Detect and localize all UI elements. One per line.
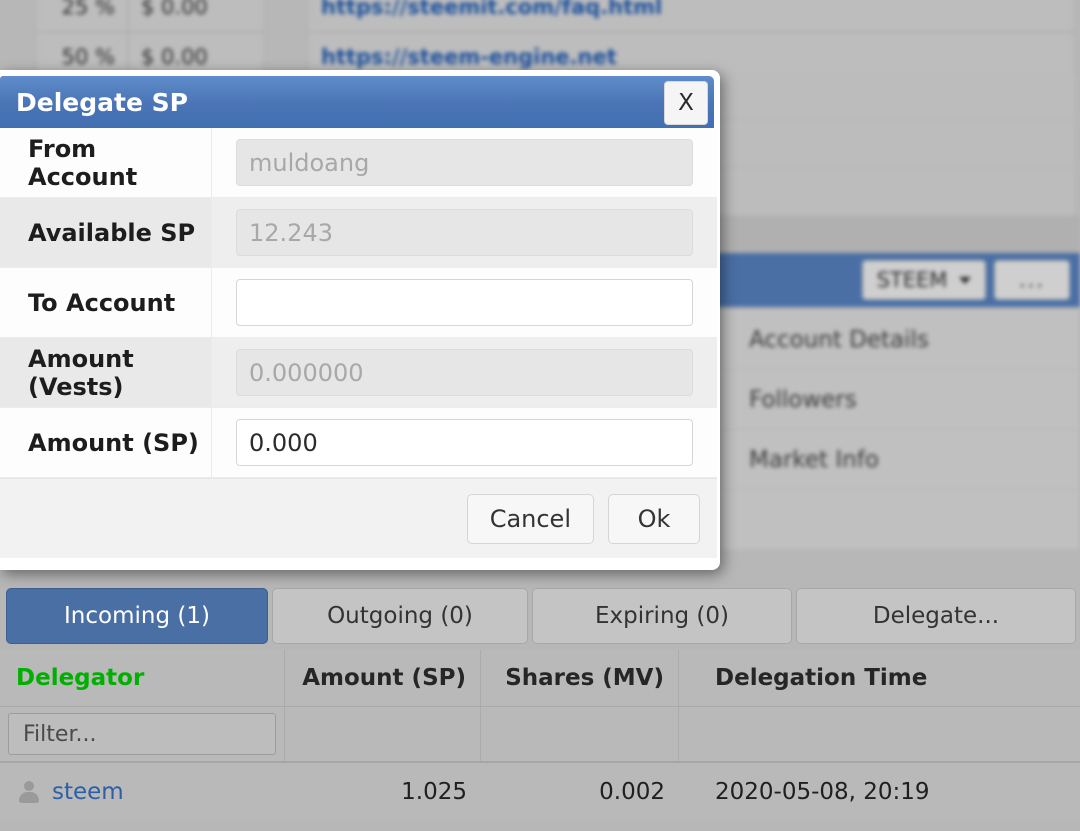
dialog-titlebar: Delegate SP X — [0, 76, 714, 128]
background-table-row: 25 % $ 0.00 https://steemit.com/faq.html — [0, 0, 1080, 32]
table-row[interactable]: steem 1.025 0.002 2020-05-08, 20:19 — [0, 763, 1080, 821]
filter-cell-shares-mv[interactable] — [481, 707, 679, 761]
filter-cell-delegation-time[interactable] — [679, 707, 1080, 761]
dialog-footer: Cancel Ok — [0, 478, 717, 558]
field-amount-vests — [212, 338, 717, 407]
cell-shares-mv: 0.002 — [599, 779, 665, 805]
field-amount-sp — [212, 408, 717, 477]
amount-sp-input[interactable] — [236, 419, 693, 466]
menu-item-followers[interactable]: Followers — [720, 370, 1080, 430]
person-icon — [18, 780, 40, 804]
column-header-shares-mv[interactable]: Shares (MV) — [481, 650, 679, 706]
column-header-delegation-time[interactable]: Delegation Time — [679, 650, 1080, 706]
tab-delegate[interactable]: Delegate... — [796, 588, 1076, 644]
column-header-amount-sp[interactable]: Amount (SP) — [285, 650, 481, 706]
tab-outgoing[interactable]: Outgoing (0) — [272, 588, 528, 644]
tab-expiring[interactable]: Expiring (0) — [532, 588, 792, 644]
amount-vests-input[interactable] — [236, 349, 693, 396]
background-percent-cell: 25 % — [36, 0, 128, 32]
form-row-amount-vests: Amount (Vests) — [0, 338, 717, 408]
cell-delegator: steem — [0, 763, 285, 821]
label-amount-sp: Amount (SP) — [0, 408, 212, 477]
background-amount-cell: $ 0.00 — [128, 0, 264, 32]
label-from-account: From Account — [0, 128, 212, 197]
label-amount-vests: Amount (Vests) — [0, 338, 212, 407]
field-to-account — [212, 268, 717, 337]
currency-dropdown-label: STEEM — [876, 268, 948, 292]
currency-dropdown[interactable]: STEEM — [862, 260, 986, 300]
cancel-button[interactable]: Cancel — [466, 493, 594, 544]
tab-incoming[interactable]: Incoming (1) — [6, 588, 268, 644]
background-url-link[interactable]: https://steemit.com/faq.html — [308, 0, 1074, 32]
form-row-available-sp: Available SP — [0, 198, 717, 268]
account-menu: Account Details Followers Market Info — [720, 310, 1080, 550]
menu-item-empty — [720, 490, 1080, 550]
form-row-amount-sp: Amount (SP) — [0, 408, 717, 478]
menu-item-market-info[interactable]: Market Info — [720, 430, 1080, 490]
to-account-input[interactable] — [236, 279, 693, 326]
table-header-row: Delegator Amount (SP) Shares (MV) Delega… — [0, 650, 1080, 707]
cell-delegation-time: 2020-05-08, 20:19 — [715, 779, 930, 805]
menu-item-account-details[interactable]: Account Details — [720, 310, 1080, 370]
from-account-input[interactable] — [236, 139, 693, 186]
cell-amount-sp: 1.025 — [401, 779, 467, 805]
table-filter-row: Filter... — [0, 707, 1080, 763]
ok-button[interactable]: Ok — [608, 493, 700, 544]
chevron-down-icon — [959, 276, 972, 284]
delegate-sp-dialog: Delegate SP X From Account Available SP … — [0, 70, 720, 570]
filter-cell-delegator: Filter... — [0, 707, 285, 761]
field-available-sp — [212, 198, 717, 267]
background-link-table: 25 % $ 0.00 https://steemit.com/faq.html… — [0, 0, 1080, 82]
label-available-sp: Available SP — [0, 198, 212, 267]
form-row-to-account: To Account — [0, 268, 717, 338]
close-icon[interactable]: X — [664, 81, 708, 125]
filter-cell-amount-sp[interactable] — [285, 707, 481, 761]
form-row-from-account: From Account — [0, 128, 717, 198]
more-options-button[interactable]: ... — [994, 260, 1070, 300]
column-header-delegator[interactable]: Delegator — [0, 650, 285, 706]
label-to-account: To Account — [0, 268, 212, 337]
field-from-account — [212, 128, 717, 197]
delegations-table: Delegator Amount (SP) Shares (MV) Delega… — [0, 650, 1080, 821]
delegator-link[interactable]: steem — [52, 779, 124, 805]
available-sp-input[interactable] — [236, 209, 693, 256]
dialog-title: Delegate SP — [16, 87, 188, 117]
delegation-tabs: Incoming (1) Outgoing (0) Expiring (0) D… — [0, 588, 1080, 644]
delegator-filter-input[interactable]: Filter... — [8, 713, 276, 755]
delegate-form: From Account Available SP To Account Amo… — [0, 128, 717, 478]
